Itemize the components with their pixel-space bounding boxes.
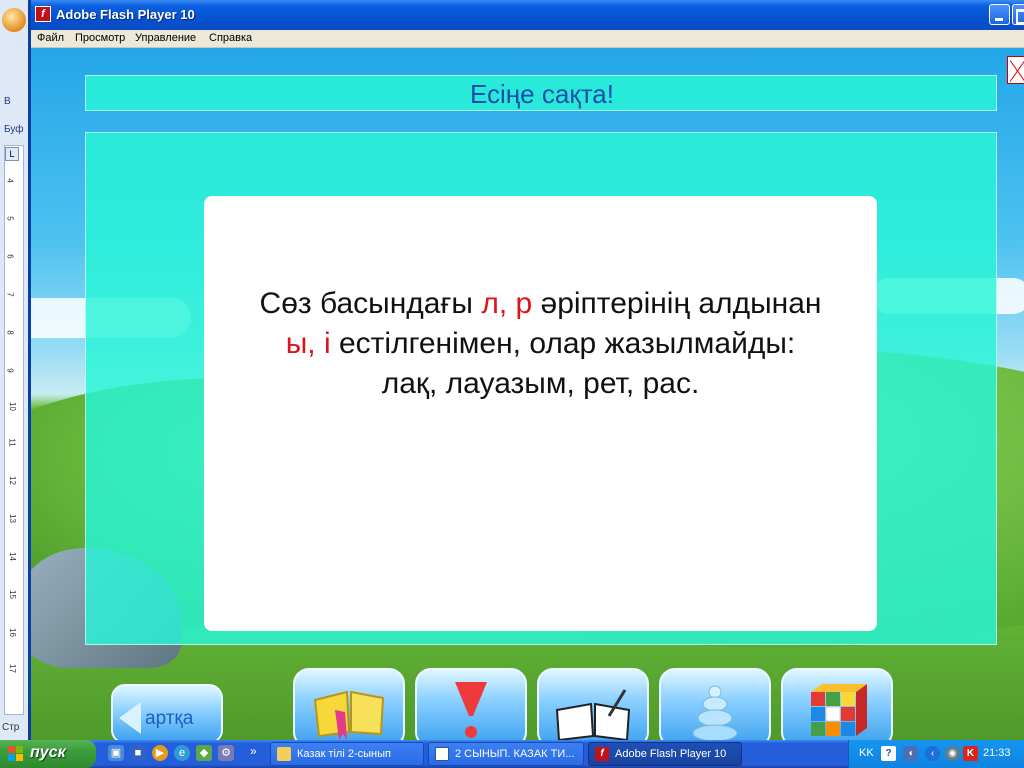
rule-line-1: Сөз басындағы л, р әріптерінің алдынан bbox=[204, 284, 877, 324]
highlighted-letters: ы, і bbox=[285, 327, 331, 360]
rule-text: Сөз басындағы л, р әріптерінің алдынан ы… bbox=[204, 284, 877, 404]
menu-help[interactable]: Справка bbox=[209, 32, 252, 44]
menu-bar: Файл Просмотр Управление Справка bbox=[31, 30, 1024, 48]
book-icon bbox=[313, 690, 385, 740]
rule-card: Сөз басындағы л, р әріптерінің алдынан ы… bbox=[204, 196, 877, 631]
media-player-icon[interactable]: ▶ bbox=[152, 745, 168, 761]
highlighted-letters: л, р bbox=[481, 287, 533, 320]
menu-view[interactable]: Просмотр bbox=[75, 32, 125, 44]
help-icon[interactable]: ? bbox=[881, 746, 896, 761]
pyramid-stack-icon bbox=[692, 685, 738, 740]
ruler-number: 10 bbox=[7, 402, 17, 411]
rule-text-segment: әріптерінің алдынан bbox=[532, 287, 822, 320]
back-button-label: артқа bbox=[145, 708, 194, 729]
clock[interactable]: 21:33 bbox=[983, 747, 1011, 759]
arrow-left-icon bbox=[119, 702, 141, 734]
task-button-folder[interactable]: Казак тілі 2-сынып bbox=[270, 742, 424, 766]
rule-text-segment: Сөз басындағы bbox=[259, 287, 482, 320]
minimize-button[interactable] bbox=[989, 4, 1010, 25]
flash-stage: Есіңе сақта! Сөз басындағы л, р әріптері… bbox=[31, 48, 1024, 740]
open-book-pen-icon bbox=[555, 689, 631, 740]
browser-icon[interactable]: e bbox=[174, 745, 190, 761]
task-label: 2 СЫНЫП. КАЗАК ТИ... bbox=[455, 748, 575, 760]
task-button-document[interactable]: 2 СЫНЫП. КАЗАК ТИ... bbox=[428, 742, 584, 766]
flash-icon: f bbox=[595, 747, 609, 761]
ruler-number: 11 bbox=[7, 438, 17, 447]
network-icon[interactable]: ◆ bbox=[196, 745, 212, 761]
rule-text-segment: естілгенімен, олар жазылмайды: bbox=[330, 327, 796, 360]
settings-icon[interactable]: ⚙ bbox=[218, 745, 234, 761]
flash-player-window: f Adobe Flash Player 10 Файл Просмотр Уп… bbox=[28, 0, 1024, 740]
menu-file[interactable]: Файл bbox=[37, 32, 64, 44]
lesson-heading: Есіңе сақта! bbox=[469, 79, 614, 109]
task-label: Adobe Flash Player 10 bbox=[615, 748, 727, 760]
task-button-flash[interactable]: f Adobe Flash Player 10 bbox=[588, 742, 742, 766]
ruler-number: 12 bbox=[7, 476, 17, 485]
nav-button-cube[interactable] bbox=[781, 668, 893, 740]
ruler-number: 9 bbox=[5, 368, 15, 373]
folder-icon bbox=[277, 747, 291, 761]
ruler-number: 8 bbox=[5, 330, 15, 335]
ruler-number: 7 bbox=[5, 292, 15, 297]
nav-button-exclamation[interactable] bbox=[415, 668, 527, 740]
nav-button-book[interactable] bbox=[293, 668, 405, 740]
ruler-number: 16 bbox=[7, 628, 17, 637]
maximize-button[interactable] bbox=[1012, 4, 1024, 25]
ruler-number: 5 bbox=[5, 216, 15, 221]
kaspersky-icon[interactable]: K bbox=[963, 746, 978, 761]
start-button-label: пуск bbox=[30, 744, 66, 761]
title-bar[interactable]: f Adobe Flash Player 10 bbox=[31, 0, 1024, 30]
background-window-strip: В Буф L 4 5 6 7 8 9 10 11 12 13 14 15 16… bbox=[0, 0, 30, 740]
start-button[interactable]: пуск bbox=[0, 740, 96, 768]
close-lesson-icon[interactable] bbox=[1007, 56, 1024, 84]
nav-button-notebook[interactable] bbox=[537, 668, 649, 740]
office-button-icon[interactable] bbox=[2, 8, 26, 32]
desktop-icon[interactable]: ▣ bbox=[108, 745, 124, 761]
nav-button-pyramid[interactable] bbox=[659, 668, 771, 740]
ruler-number: 6 bbox=[5, 254, 15, 259]
status-page-label: Стр bbox=[2, 722, 20, 733]
antivirus-icon[interactable]: ◉ bbox=[945, 746, 960, 761]
rule-line-2: ы, і естілгенімен, олар жазылмайды: bbox=[204, 324, 877, 364]
volume-icon[interactable]: ◖ bbox=[903, 746, 918, 761]
ruler-number: 4 bbox=[5, 178, 15, 183]
menu-control[interactable]: Управление bbox=[135, 32, 196, 44]
task-label: Казак тілі 2-сынып bbox=[297, 748, 391, 760]
ruler-number: 13 bbox=[7, 514, 17, 523]
ruler-number: 15 bbox=[7, 590, 17, 599]
rule-line-3: лақ, лауазым, рет, рас. bbox=[381, 367, 700, 400]
heading-band: Есіңе сақта! bbox=[85, 75, 997, 111]
flash-icon[interactable]: f bbox=[35, 6, 51, 22]
back-button[interactable]: артқа bbox=[111, 684, 223, 740]
ruler-number: 14 bbox=[7, 552, 17, 561]
ribbon-label: В bbox=[4, 96, 11, 107]
word-doc-icon bbox=[435, 747, 449, 761]
quick-launch-more-icon[interactable]: » bbox=[250, 744, 257, 758]
window-title: Adobe Flash Player 10 bbox=[56, 7, 195, 22]
ribbon-group-label: Буф bbox=[4, 124, 24, 135]
system-tray: KK ? ◖ ‹ ◉ K 21:33 bbox=[848, 740, 1024, 768]
language-indicator[interactable]: KK bbox=[859, 747, 874, 759]
rubik-cube-icon bbox=[811, 684, 867, 736]
exclamation-icon bbox=[455, 682, 487, 738]
tab-selector-icon[interactable]: L bbox=[5, 147, 19, 161]
ruler-number: 17 bbox=[7, 664, 17, 673]
save-icon[interactable]: ■ bbox=[130, 745, 146, 761]
windows-logo-icon bbox=[8, 746, 24, 762]
taskbar: пуск ▣ ■ ▶ e ◆ ⚙ » Казак тілі 2-сынып 2 … bbox=[0, 740, 1024, 768]
chevron-left-icon[interactable]: ‹ bbox=[925, 746, 940, 761]
